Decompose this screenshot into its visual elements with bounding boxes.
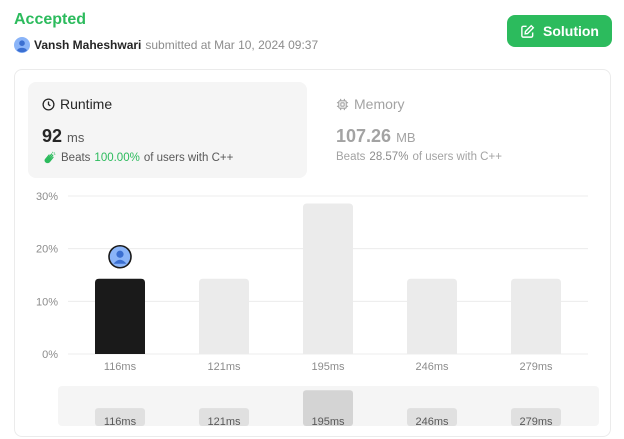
runtime-distribution-chart: 0% 10% 20% 30% 116ms 121ms 195ms 246ms 279ms 116m… <box>36 191 588 428</box>
y-tick-label: 10% <box>36 296 58 308</box>
chart-bar[interactable] <box>407 278 457 354</box>
user-marker-head <box>116 250 124 258</box>
x-tick-label: 279ms <box>519 361 553 373</box>
x-tick-label: 195ms <box>311 361 345 373</box>
y-tick-label: 0% <box>42 349 58 361</box>
chart-bar[interactable] <box>199 278 249 354</box>
chart-bar[interactable] <box>303 203 353 354</box>
y-tick-label: 30% <box>36 191 58 203</box>
chart-bar[interactable] <box>95 278 145 354</box>
navigator-label: 246ms <box>415 416 449 428</box>
navigator-label: 279ms <box>519 416 553 428</box>
navigator-label: 116ms <box>104 416 137 428</box>
x-tick-label: 246ms <box>415 361 449 373</box>
x-tick-label: 116ms <box>104 361 137 373</box>
x-tick-label: 121ms <box>207 361 241 373</box>
navigator-label: 195ms <box>311 416 345 428</box>
y-tick-label: 20% <box>36 244 58 256</box>
navigator-label: 121ms <box>207 416 241 428</box>
chart-bar[interactable] <box>511 278 561 354</box>
